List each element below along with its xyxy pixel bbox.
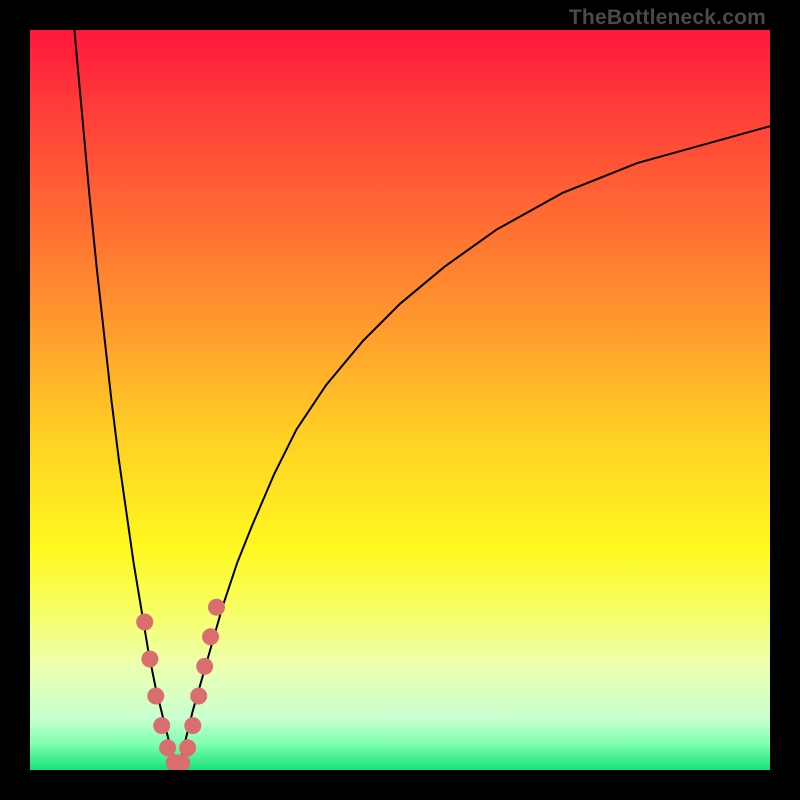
- data-marker: [202, 628, 219, 645]
- data-marker: [136, 614, 153, 631]
- marker-group: [136, 599, 225, 770]
- data-marker: [141, 651, 158, 668]
- data-marker: [179, 739, 196, 756]
- data-marker: [159, 739, 176, 756]
- data-marker: [153, 717, 170, 734]
- plot-area: [30, 30, 770, 770]
- chart-frame: TheBottleneck.com: [0, 0, 800, 800]
- data-marker: [147, 688, 164, 705]
- curve-layer: [30, 30, 770, 770]
- data-marker: [196, 658, 213, 675]
- watermark-text: TheBottleneck.com: [569, 6, 766, 30]
- data-marker: [190, 688, 207, 705]
- curve-right-branch: [178, 126, 770, 770]
- data-marker: [184, 717, 201, 734]
- data-marker: [208, 599, 225, 616]
- curve-left-branch: [74, 30, 178, 770]
